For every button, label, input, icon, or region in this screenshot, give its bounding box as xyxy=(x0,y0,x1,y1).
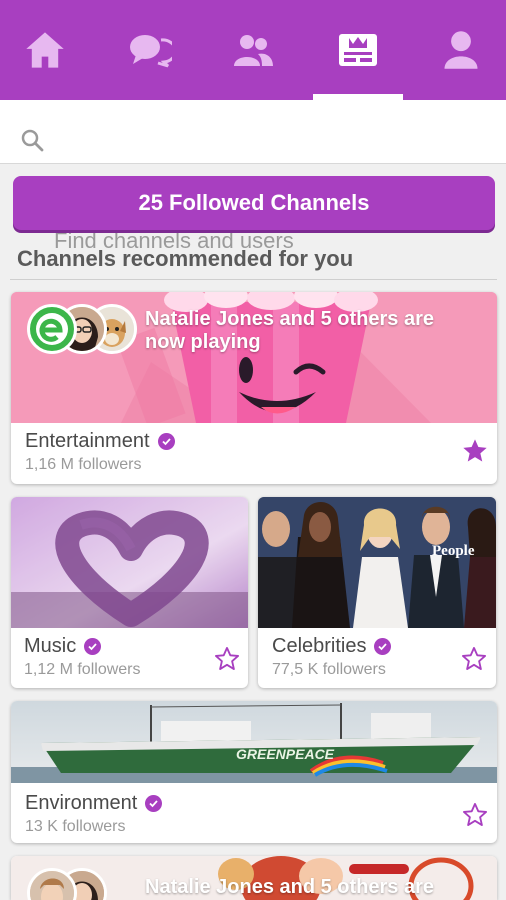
channel-name: Celebrities xyxy=(272,635,392,658)
nav-channels[interactable] xyxy=(313,0,403,100)
channel-name-label: Celebrities xyxy=(272,635,367,657)
search-bar xyxy=(0,100,506,258)
channel-followers: 1,16 M followers xyxy=(25,456,142,473)
celebrities-photo: People xyxy=(258,497,496,628)
chat-icon xyxy=(130,35,172,68)
section-divider xyxy=(10,279,497,280)
channel-image-environment: GREENPEACE xyxy=(11,701,497,783)
greenpeace-ship-image: GREENPEACE xyxy=(11,701,497,783)
channel-card-sports[interactable]: Natalie Jones and 5 others are xyxy=(11,856,497,900)
heart-hands-image xyxy=(11,497,248,628)
channel-name-label: Environment xyxy=(25,792,138,814)
channel-name: Music xyxy=(24,635,102,658)
nav-profile[interactable] xyxy=(416,0,506,100)
channel-activity-text: Natalie Jones and 5 others are now playi… xyxy=(145,308,435,353)
channel-followers: 13 K followers xyxy=(25,818,126,835)
section-title: Channels recommended for you xyxy=(17,246,354,271)
verified-icon xyxy=(145,795,163,812)
star-outline-icon[interactable] xyxy=(461,801,489,829)
star-outline-icon[interactable] xyxy=(460,645,488,673)
nav-home[interactable] xyxy=(0,0,90,100)
channel-card-celebrities[interactable]: People Celebrities 77,5 K followers xyxy=(258,497,496,688)
verified-icon xyxy=(84,638,102,655)
channel-followers: 77,5 K followers xyxy=(272,661,386,678)
followed-channels-button[interactable]: 25 Followed Channels xyxy=(13,176,495,230)
friends-icon xyxy=(234,35,273,66)
channels-icon xyxy=(339,34,377,66)
channel-activity-text: Natalie Jones and 5 others are xyxy=(145,876,435,898)
people-logo-text: People xyxy=(432,543,475,559)
star-outline-icon[interactable] xyxy=(213,645,241,673)
channel-avatar-entertainment xyxy=(27,304,77,354)
channel-name-label: Entertainment xyxy=(25,430,150,452)
channel-card-music[interactable]: Music 1,12 M followers xyxy=(11,497,248,688)
channel-image-music xyxy=(11,497,248,628)
channel-card-entertainment[interactable]: Natalie Jones and 5 others are now playi… xyxy=(11,292,497,484)
channel-card-environment[interactable]: GREENPEACE Environment 13 K followers xyxy=(11,701,497,843)
nav-chat[interactable] xyxy=(105,0,195,100)
channel-followers: 1,12 M followers xyxy=(24,661,141,678)
home-icon xyxy=(26,32,64,68)
top-nav-bar xyxy=(0,0,506,100)
verified-icon xyxy=(374,638,392,655)
nav-friends[interactable] xyxy=(208,0,298,100)
star-filled-icon[interactable] xyxy=(461,437,489,465)
profile-icon xyxy=(444,31,478,69)
greenpeace-text: GREENPEACE xyxy=(236,746,335,762)
channel-image-celebrities: People xyxy=(258,497,496,628)
channel-name: Entertainment xyxy=(25,430,175,453)
channel-name: Environment xyxy=(25,792,163,815)
channel-name-label: Music xyxy=(24,635,77,657)
search-icon xyxy=(21,129,44,152)
verified-icon xyxy=(157,433,175,450)
